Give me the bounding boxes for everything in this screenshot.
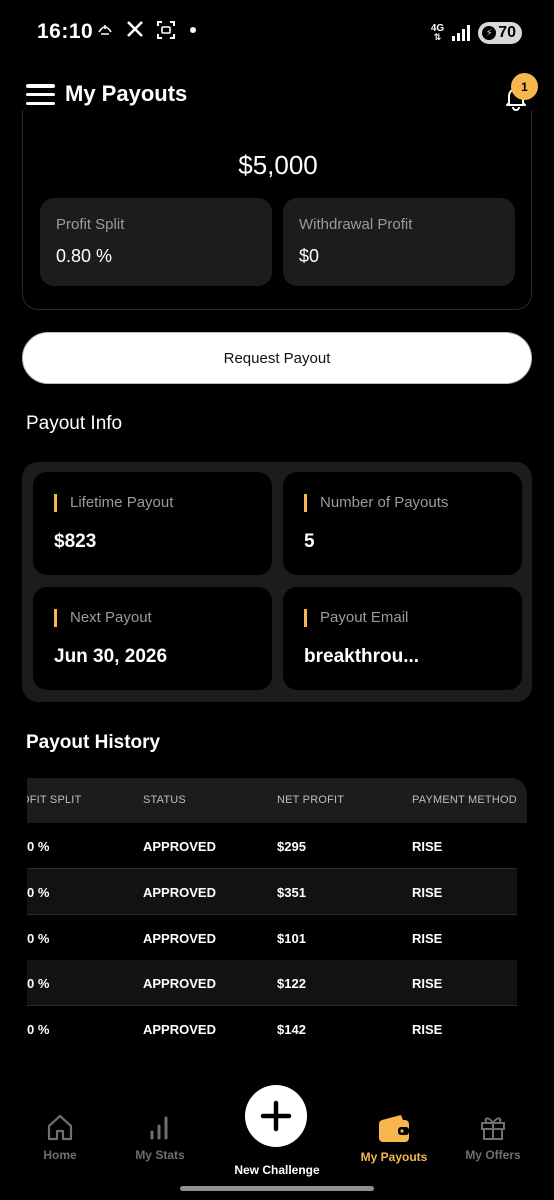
payout-history-table[interactable]: OFIT SPLIT STATUS NET PROFIT PAYMENT MET… xyxy=(27,778,527,1051)
cell-profit-split: 0 % xyxy=(27,885,50,900)
payout-info-panel: Lifetime Payout $823 Number of Payouts 5… xyxy=(22,462,532,702)
battery-indicator: ⚡ 70 xyxy=(478,22,522,44)
status-time: 16:10 xyxy=(37,20,94,43)
nav-home-label: Home xyxy=(43,1148,77,1162)
profit-split-value: 0.80 % xyxy=(56,246,113,266)
number-of-payouts-tile: Number of Payouts 5 xyxy=(283,472,522,575)
cell-profit-split: 0 % xyxy=(27,976,50,991)
column-header-profit-split: OFIT SPLIT xyxy=(27,794,82,806)
lifetime-payout-tile: Lifetime Payout $823 xyxy=(33,472,272,575)
table-row: 0 % APPROVED $351 RISE xyxy=(27,869,517,915)
cell-payment-method: RISE xyxy=(412,885,443,900)
table-header: OFIT SPLIT STATUS NET PROFIT PAYMENT MET… xyxy=(27,778,527,823)
home-indicator[interactable] xyxy=(180,1186,374,1191)
info-tile-label: Number of Payouts xyxy=(304,494,448,512)
charging-icon: ⚡ xyxy=(482,26,497,40)
withdrawal-profit-label: Withdrawal Profit xyxy=(299,216,413,233)
cell-net-profit: $122 xyxy=(277,976,306,991)
info-tile-value: Jun 30, 2026 xyxy=(54,646,168,667)
cell-net-profit: $295 xyxy=(277,839,306,854)
cell-status: APPROVED xyxy=(143,1022,216,1037)
table-row: 0 % APPROVED $142 RISE xyxy=(27,1006,517,1051)
nav-my-payouts[interactable]: My Payouts xyxy=(349,1112,439,1164)
page-title: My Payouts xyxy=(65,81,188,106)
battery-level: 70 xyxy=(498,24,516,41)
payout-history-title: Payout History xyxy=(26,732,161,753)
menu-icon[interactable] xyxy=(26,84,55,105)
new-challenge-label: New Challenge xyxy=(234,1163,320,1177)
table-row: 0 % APPROVED $101 RISE xyxy=(27,915,517,961)
more-notifications-dot xyxy=(190,27,196,33)
info-tile-label: Payout Email xyxy=(304,609,408,627)
cell-net-profit: $351 xyxy=(277,885,306,900)
info-tile-value: 5 xyxy=(304,531,315,552)
nav-offers-label: My Offers xyxy=(465,1148,521,1162)
cell-profit-split: 0 % xyxy=(27,1022,50,1037)
account-balance: $5,000 xyxy=(238,150,318,180)
column-header-payment-method: PAYMENT METHOD xyxy=(412,794,517,806)
info-tile-label: Lifetime Payout xyxy=(54,494,173,512)
stats-icon xyxy=(150,1116,168,1140)
nav-stats-label: My Stats xyxy=(135,1148,185,1162)
info-tile-value: breakthrou... xyxy=(304,646,420,667)
wallet-icon xyxy=(379,1115,409,1142)
plus-icon xyxy=(260,1100,292,1132)
nav-payouts-label: My Payouts xyxy=(360,1150,428,1164)
app-notification-icon xyxy=(96,20,116,40)
payout-email-tile: Payout Email breakthrou... xyxy=(283,587,522,690)
cell-profit-split: 0 % xyxy=(27,931,50,946)
column-header-net-profit: NET PROFIT xyxy=(277,794,345,806)
nav-my-stats[interactable]: My Stats xyxy=(115,1112,205,1162)
request-payout-button[interactable]: Request Payout xyxy=(22,332,532,384)
info-tile-value: $823 xyxy=(54,531,97,552)
payout-info-title: Payout Info xyxy=(26,413,123,434)
notification-badge: 1 xyxy=(511,73,538,100)
cell-payment-method: RISE xyxy=(412,839,443,854)
x-app-icon xyxy=(126,20,146,40)
cell-payment-method: RISE xyxy=(412,1022,443,1037)
cell-status: APPROVED xyxy=(143,885,216,900)
profit-split-label: Profit Split xyxy=(56,216,125,233)
table-row: 0 % APPROVED $295 RISE xyxy=(27,823,517,869)
cell-status: APPROVED xyxy=(143,976,216,991)
cell-payment-method: RISE xyxy=(412,976,443,991)
cell-net-profit: $142 xyxy=(277,1022,306,1037)
network-type: 4G ⇅ xyxy=(430,23,445,42)
info-tile-label: Next Payout xyxy=(54,609,152,627)
cell-profit-split: 0 % xyxy=(27,839,50,854)
cell-payment-method: RISE xyxy=(412,931,443,946)
screenshot-icon xyxy=(156,20,176,40)
status-bar: 16:10 4G ⇅ ⚡ 70 xyxy=(0,0,554,64)
notification-icons xyxy=(96,20,196,40)
signal-icon xyxy=(452,25,471,41)
new-challenge-button[interactable] xyxy=(245,1085,307,1147)
withdrawal-profit-box: Withdrawal Profit $0 xyxy=(283,198,515,286)
profit-split-box: Profit Split 0.80 % xyxy=(40,198,272,286)
cell-status: APPROVED xyxy=(143,931,216,946)
gift-icon xyxy=(481,1117,505,1140)
next-payout-tile: Next Payout Jun 30, 2026 xyxy=(33,587,272,690)
balance-card: $5,000 Profit Split 0.80 % Withdrawal Pr… xyxy=(22,110,532,310)
cell-status: APPROVED xyxy=(143,839,216,854)
system-icons: 4G ⇅ ⚡ 70 xyxy=(431,22,522,44)
cell-net-profit: $101 xyxy=(277,931,306,946)
column-header-status: STATUS xyxy=(143,794,186,806)
withdrawal-profit-value: $0 xyxy=(299,246,320,266)
nav-my-offers[interactable]: My Offers xyxy=(448,1112,538,1162)
home-icon xyxy=(47,1114,73,1141)
table-row: 0 % APPROVED $122 RISE xyxy=(27,960,517,1006)
nav-home[interactable]: Home xyxy=(15,1112,105,1162)
